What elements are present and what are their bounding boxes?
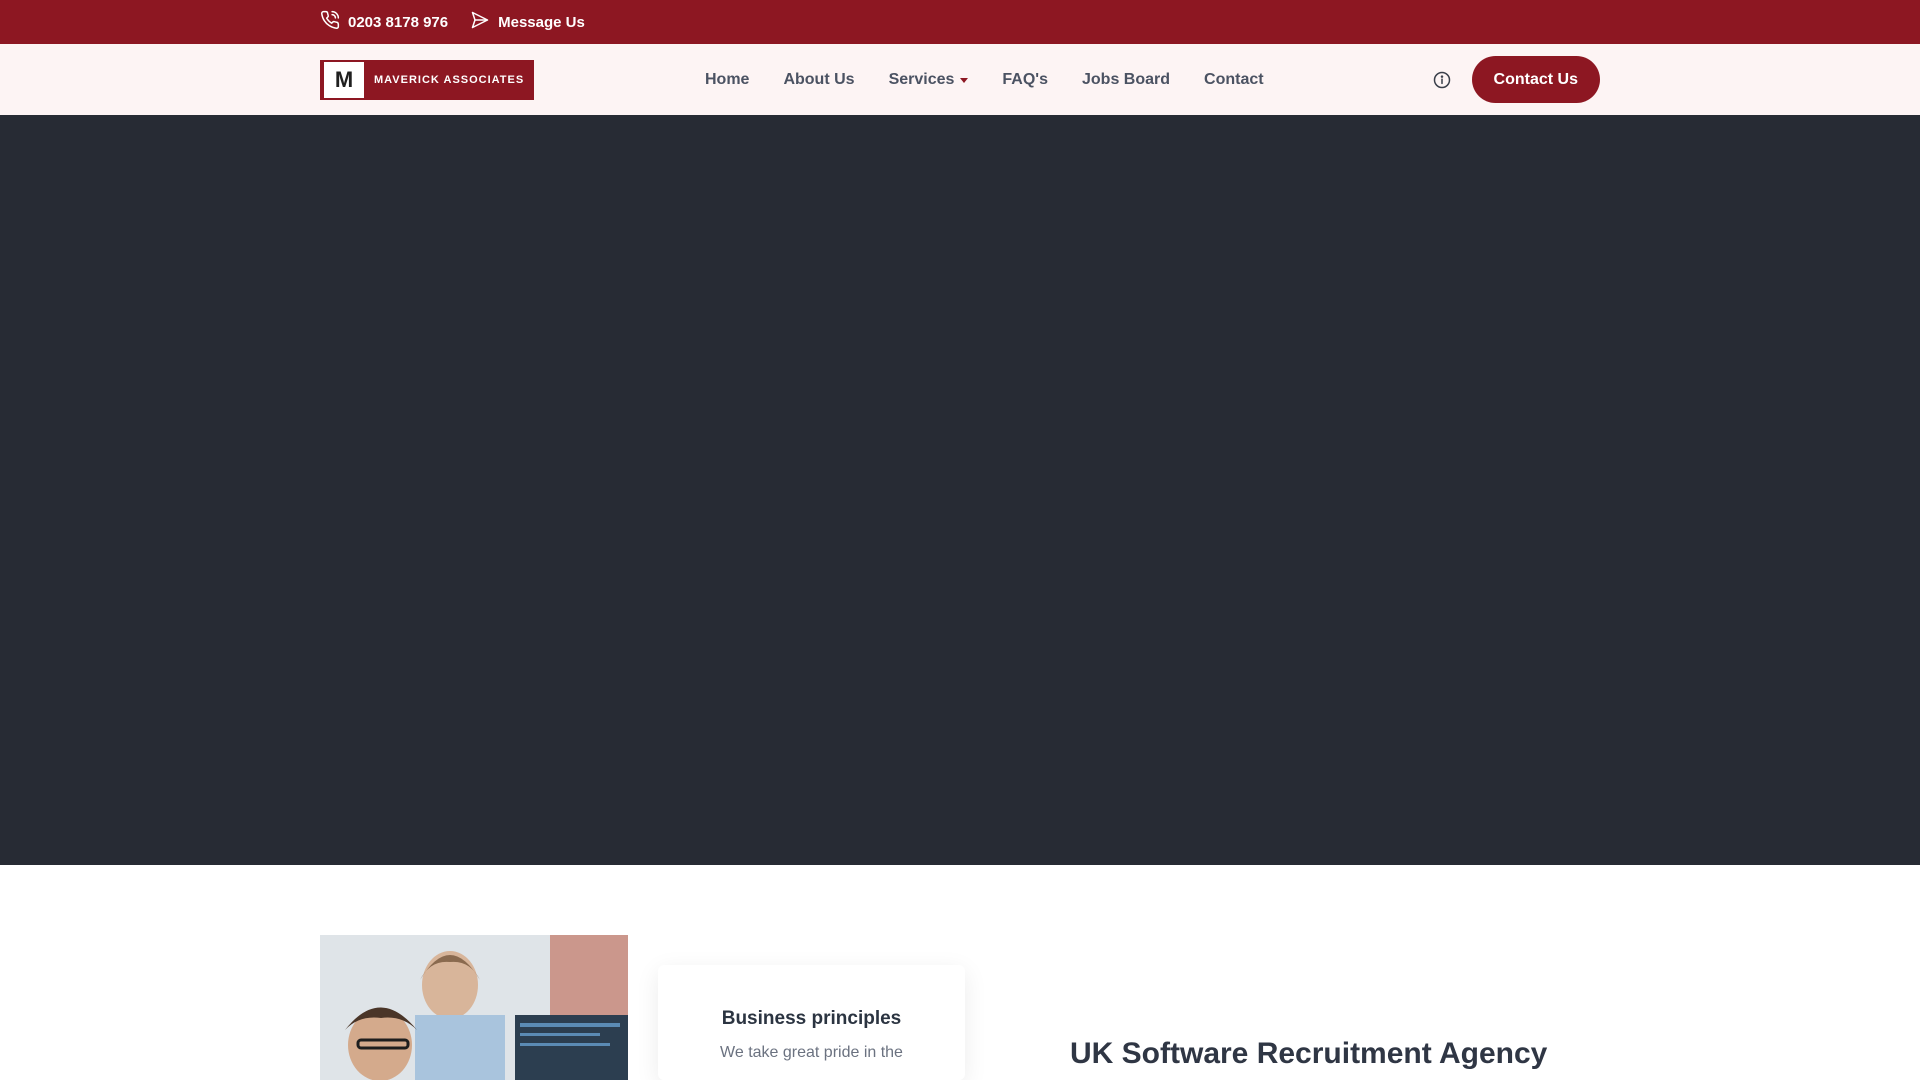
nav-jobs-board[interactable]: Jobs Board <box>1065 44 1187 115</box>
logo[interactable]: M MAVERICK ASSOCIATES <box>320 59 534 100</box>
info-icon[interactable] <box>1430 68 1454 92</box>
nav-faqs[interactable]: FAQ's <box>985 44 1065 115</box>
header-actions: Contact Us <box>1430 56 1600 103</box>
top-bar: 0203 8178 976 Message Us <box>0 0 1920 44</box>
site-header: M MAVERICK ASSOCIATES Home About Us Serv… <box>0 44 1920 115</box>
send-icon <box>470 10 490 34</box>
team-photo <box>320 935 628 1080</box>
hero-banner <box>0 115 1920 865</box>
card-text: We take great pride in the <box>720 1044 903 1061</box>
intro-section: Business principles We take great pride … <box>320 865 1600 1080</box>
contact-us-button[interactable]: Contact Us <box>1471 56 1600 103</box>
message-us-label: Message Us <box>498 13 585 31</box>
nav-services-label: Services <box>888 70 955 88</box>
nav-about-us[interactable]: About Us <box>766 44 871 115</box>
section-title: UK Software Recruitment Agency <box>1070 1037 1548 1070</box>
message-us-link[interactable]: Message Us <box>470 10 585 34</box>
phone-link[interactable]: 0203 8178 976 <box>320 10 448 34</box>
business-principles-card: Business principles We take great pride … <box>658 965 965 1080</box>
logo-wordmark: MAVERICK ASSOCIATES <box>374 73 525 86</box>
logo-mark: M <box>324 61 364 98</box>
chevron-down-icon <box>960 78 969 83</box>
nav-home[interactable]: Home <box>688 44 766 115</box>
nav-services[interactable]: Services <box>872 44 986 115</box>
top-bar-inner: 0203 8178 976 Message Us <box>320 0 1600 44</box>
nav-contact[interactable]: Contact <box>1187 44 1281 115</box>
card-title: Business principles <box>721 1008 902 1029</box>
phone-icon <box>320 10 340 34</box>
phone-number: 0203 8178 976 <box>348 13 449 31</box>
header-inner: M MAVERICK ASSOCIATES Home About Us Serv… <box>320 44 1600 115</box>
main-nav: Home About Us Services FAQ's Jobs Board … <box>688 44 1281 115</box>
